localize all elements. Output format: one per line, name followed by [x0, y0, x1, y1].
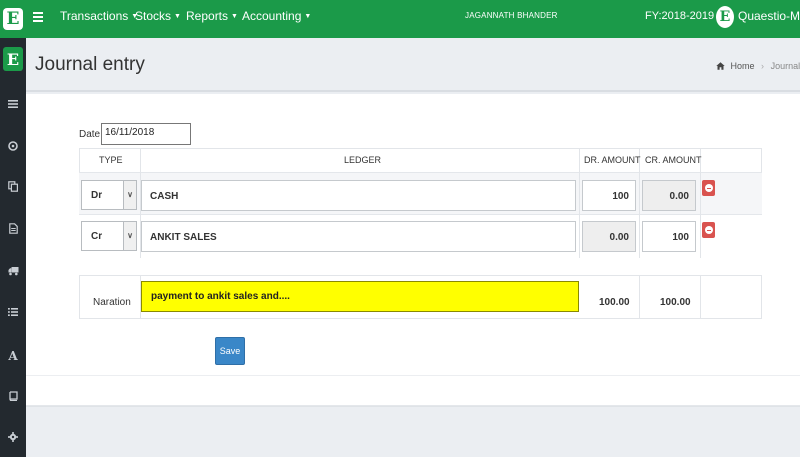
type-select-value: Dr — [91, 190, 103, 201]
nav-stocks[interactable]: Stocks ▼ — [135, 9, 181, 23]
chevron-down-icon: ∨ — [123, 181, 136, 209]
gear-icon[interactable] — [5, 431, 21, 447]
app-logo[interactable]: E — [0, 0, 26, 38]
fiscal-year[interactable]: FY:2018-2019 — [645, 10, 714, 22]
type-select[interactable]: Cr ∨ — [81, 221, 137, 251]
type-select[interactable]: Dr ∨ — [81, 180, 137, 210]
font-icon[interactable]: A — [5, 348, 21, 364]
date-label: Date — [79, 129, 101, 140]
cr-amount-input: 0.00 — [642, 180, 696, 211]
total-cr: 100.00 — [660, 297, 691, 308]
truck-icon[interactable] — [5, 265, 21, 281]
nav-transactions-label: Transactions — [60, 9, 129, 23]
home-icon[interactable] — [716, 61, 728, 71]
nav-transactions[interactable]: Transactions ▼ — [60, 9, 138, 23]
nav-reports-label: Reports — [186, 9, 229, 23]
menu-toggle-icon[interactable] — [33, 12, 43, 22]
chevron-down-icon: ∨ — [123, 222, 136, 250]
page-title: Journal entry — [35, 54, 145, 75]
column-divider — [579, 148, 580, 258]
column-divider — [700, 275, 701, 319]
caret-down-icon: ▼ — [174, 13, 181, 20]
dr-amount-input[interactable]: 100 — [582, 180, 636, 211]
list-alt-icon[interactable] — [5, 306, 21, 322]
sidebar: E A — [0, 38, 26, 457]
sidebar-logo[interactable]: E — [3, 47, 23, 71]
narration-label: Naration — [93, 297, 131, 308]
nav-stocks-label: Stocks — [135, 9, 172, 23]
caret-down-icon: ▼ — [304, 13, 312, 20]
company-name[interactable]: Quaestio-MediSe — [738, 9, 800, 23]
breadcrumb: Home › Journal Ent — [716, 61, 800, 71]
dashboard-icon[interactable] — [5, 140, 21, 156]
page-header: Journal entry Home › Journal Ent — [26, 38, 800, 92]
total-dr: 100.00 — [599, 297, 630, 308]
logo-letter: E — [3, 8, 23, 30]
footer-band — [26, 406, 800, 457]
minus-circle-icon — [704, 226, 713, 234]
breadcrumb-current: Journal Ent — [770, 61, 800, 71]
minus-circle-icon — [704, 184, 713, 192]
ledger-input[interactable]: CASH — [141, 180, 576, 211]
column-divider — [639, 275, 640, 319]
book-icon[interactable] — [5, 390, 21, 406]
dr-amount-input: 0.00 — [582, 221, 636, 252]
file-icon[interactable] — [5, 223, 21, 239]
nav-reports[interactable]: Reports ▼ — [186, 9, 238, 23]
top-navbar: E Transactions ▼ Stocks ▼ Reports ▼ Account… — [0, 0, 800, 38]
breadcrumb-separator-icon: › — [761, 61, 765, 71]
panel-divider — [26, 375, 800, 376]
caret-down-icon: ▼ — [231, 13, 238, 20]
header-cr-amount: CR. AMOUNT — [645, 155, 702, 165]
type-select-value: Cr — [91, 231, 103, 242]
ledger-input[interactable]: ANKIT SALES — [141, 221, 576, 252]
copy-icon[interactable] — [5, 181, 21, 197]
remove-row-button[interactable] — [702, 180, 715, 196]
remove-row-button[interactable] — [702, 222, 715, 238]
user-name[interactable]: JAGANNATH BHANDER — [465, 11, 558, 20]
date-input[interactable]: 16/11/2018 — [101, 123, 191, 145]
nav-accounting-label: Accounting — [242, 9, 302, 23]
company-logo-icon: E — [716, 6, 734, 28]
header-dr-amount: DR. AMOUNT — [584, 155, 641, 165]
cr-amount-input[interactable]: 100 — [642, 221, 696, 252]
breadcrumb-home[interactable]: Home — [731, 61, 755, 71]
list-icon[interactable] — [5, 98, 21, 114]
header-ledger: LEDGER — [344, 155, 382, 165]
nav-accounting[interactable]: Accounting ▼ — [242, 9, 311, 23]
narration-input[interactable]: payment to ankit sales and.... — [141, 281, 579, 312]
save-button[interactable]: Save — [215, 337, 245, 365]
header-type: TYPE — [99, 155, 123, 165]
